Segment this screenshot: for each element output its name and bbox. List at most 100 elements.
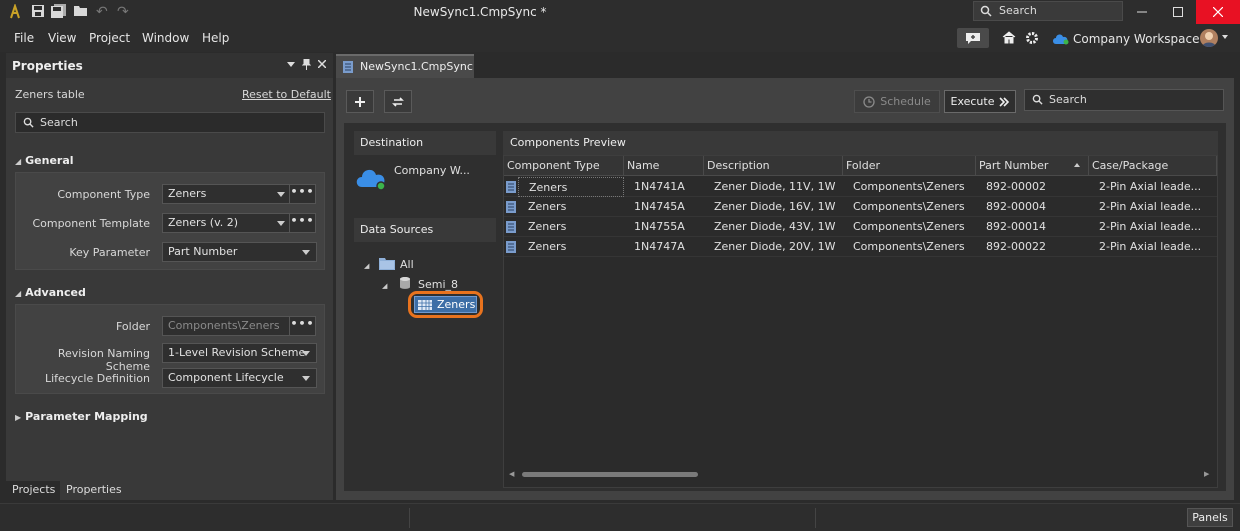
expanded-triangle-icon: ◢	[15, 157, 22, 166]
table-row[interactable]: Zeners 1N4747A Zener Diode, 20V, 1W Comp…	[504, 237, 1217, 257]
data-sources-header: Data Sources	[354, 218, 496, 242]
advanced-section-toggle[interactable]: ◢ Advanced	[15, 286, 86, 299]
add-button[interactable]	[346, 90, 374, 113]
cell-description: Zener Diode, 11V, 1W	[714, 180, 836, 193]
selection-context-label: Zeners table	[15, 88, 85, 101]
components-preview-grid: Component Type Name Description Folder P…	[503, 155, 1218, 488]
zeners-table-label: Zeners	[437, 298, 476, 311]
tree-item-all[interactable]: All	[400, 258, 414, 271]
lifecycle-definition-value: Component Lifecycle	[168, 371, 284, 384]
cell-component-type: Zeners	[528, 240, 567, 253]
key-parameter-value: Part Number	[168, 245, 238, 258]
column-header-name[interactable]: Name	[624, 156, 704, 176]
scroll-left-icon[interactable]: ◀	[509, 470, 514, 478]
cell-component-type: Zeners	[528, 200, 567, 213]
panel-tabs: Projects Properties	[6, 481, 333, 500]
status-divider	[815, 508, 816, 528]
component-type-dropdown[interactable]: Zeners	[162, 184, 292, 204]
tree-item-semi-8[interactable]: Semi_8	[418, 278, 458, 291]
component-row-icon	[506, 181, 516, 193]
pin-icon[interactable]	[302, 59, 311, 70]
revision-scheme-dropdown[interactable]: 1-Level Revision Scheme	[162, 343, 317, 363]
destination-label[interactable]: Company W...	[394, 164, 470, 177]
component-template-browse-button[interactable]: •••	[289, 213, 316, 233]
cell-part-number: 892-00004	[986, 200, 1046, 213]
cell-description: Zener Diode, 16V, 1W	[714, 200, 836, 213]
menu-bar: File View Project Window Help Company Wo…	[0, 25, 1240, 52]
menu-help[interactable]: Help	[202, 31, 229, 45]
reset-to-default-link[interactable]: Reset to Default	[242, 88, 331, 101]
execute-label: Execute	[950, 95, 995, 108]
component-row-icon	[506, 201, 516, 213]
component-template-dropdown[interactable]: Zeners (v. 2)	[162, 213, 292, 233]
horizontal-scrollbar[interactable]: ◀ ▶	[506, 467, 1216, 481]
column-header-component-type[interactable]: Component Type	[504, 156, 624, 176]
folder-browse-button[interactable]: •••	[289, 316, 316, 336]
column-header-folder[interactable]: Folder	[843, 156, 976, 176]
tab-properties[interactable]: Properties	[60, 481, 128, 500]
component-type-browse-button[interactable]: •••	[289, 184, 316, 204]
column-header-part-number[interactable]: Part Number	[976, 156, 1089, 176]
tab-projects[interactable]: Projects	[6, 481, 62, 500]
maximize-button[interactable]	[1160, 0, 1196, 24]
home-icon[interactable]	[1002, 31, 1016, 44]
table-row[interactable]: Zeners 1N4755A Zener Diode, 43V, 1W Comp…	[504, 217, 1217, 237]
schedule-button[interactable]: Schedule	[854, 90, 940, 113]
parameter-mapping-section-toggle[interactable]: ▶ Parameter Mapping	[15, 410, 148, 423]
properties-panel: Properties Zeners table Reset to Default…	[6, 53, 333, 500]
table-row[interactable]: Zeners 1N4741A Zener Diode, 11V, 1W Comp…	[504, 177, 1217, 197]
tree-item-zeners-table[interactable]: Zeners	[414, 296, 477, 313]
user-avatar[interactable]	[1200, 29, 1218, 47]
execute-button[interactable]: Execute	[944, 90, 1016, 113]
document-search-input[interactable]: Search	[1024, 89, 1224, 111]
cell-name: 1N4747A	[634, 240, 685, 253]
menu-view[interactable]: View	[48, 31, 76, 45]
cell-part-number: 892-00022	[986, 240, 1046, 253]
column-header-case-package[interactable]: Case/Package	[1089, 156, 1217, 176]
revision-scheme-value: 1-Level Revision Scheme	[168, 346, 306, 359]
cell-component-type: Zeners	[518, 177, 624, 197]
properties-search-input[interactable]: Search	[15, 112, 325, 133]
cell-case-package: 2-Pin Axial leade...	[1099, 200, 1202, 213]
panel-close-icon[interactable]	[318, 60, 326, 68]
minimize-button[interactable]	[1124, 0, 1160, 24]
key-parameter-dropdown[interactable]: Part Number	[162, 242, 317, 262]
menu-project[interactable]: Project	[89, 31, 130, 45]
lifecycle-definition-dropdown[interactable]: Component Lifecycle	[162, 368, 317, 388]
folder-label: Folder	[116, 320, 150, 333]
plus-icon	[355, 96, 365, 107]
scrollbar-thumb[interactable]	[522, 472, 698, 477]
settings-gear-icon[interactable]	[1025, 31, 1039, 45]
advanced-section: Folder Components\Zeners ••• Revision Na…	[15, 304, 325, 394]
revision-scheme-label: Revision Naming Scheme	[57, 347, 150, 373]
document-tab[interactable]: NewSync1.CmpSync *	[336, 54, 474, 94]
sort-ascending-icon	[1074, 163, 1080, 167]
menu-window[interactable]: Window	[142, 31, 189, 45]
cloud-destination-icon[interactable]	[354, 165, 388, 191]
panel-menu-chevron-icon[interactable]	[287, 62, 295, 67]
parameter-mapping-title: Parameter Mapping	[25, 410, 148, 423]
search-icon	[1032, 94, 1043, 105]
menu-file[interactable]: File	[14, 31, 34, 45]
comments-button[interactable]	[957, 28, 989, 48]
cell-description: Zener Diode, 43V, 1W	[714, 220, 836, 233]
refresh-button[interactable]	[384, 90, 412, 113]
document-search-placeholder: Search	[1049, 93, 1087, 106]
workspace-name[interactable]: Company Workspace	[1073, 32, 1200, 46]
column-header-description[interactable]: Description	[704, 156, 843, 176]
close-window-button[interactable]	[1196, 0, 1240, 24]
tree-expand-all-icon[interactable]: ◢	[364, 262, 369, 270]
global-search-input[interactable]: Search	[973, 1, 1123, 21]
cloud-workspace-icon	[1051, 31, 1071, 45]
general-section-toggle[interactable]: ◢ General	[15, 154, 74, 167]
panels-button[interactable]: Panels	[1187, 508, 1233, 527]
tree-expand-db-icon[interactable]: ◢	[382, 282, 387, 290]
dropdown-arrow-icon	[277, 192, 285, 197]
component-type-label: Component Type	[57, 188, 150, 201]
destination-header: Destination	[354, 131, 496, 155]
scroll-right-icon[interactable]: ▶	[1204, 470, 1209, 478]
cell-folder: Components\Zeners	[853, 240, 965, 253]
table-icon	[418, 300, 432, 310]
table-row[interactable]: Zeners 1N4745A Zener Diode, 16V, 1W Comp…	[504, 197, 1217, 217]
user-menu-chevron-icon[interactable]	[1222, 35, 1228, 39]
